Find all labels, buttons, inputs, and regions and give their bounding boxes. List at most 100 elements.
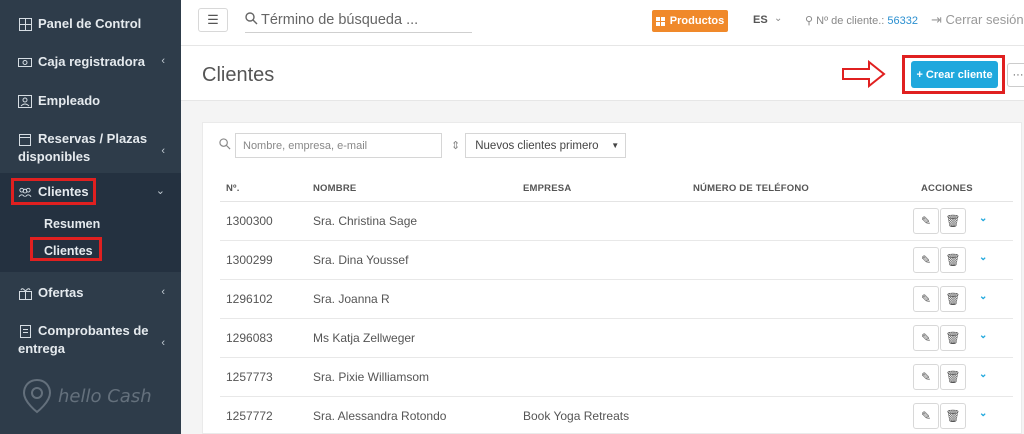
topbar: ☰ Productos ES ⌄ ⚲ Nº de cliente.: 56332… bbox=[181, 0, 1024, 46]
global-search-input[interactable] bbox=[261, 11, 461, 28]
menu-toggle-button[interactable]: ☰ bbox=[198, 8, 228, 32]
language-selector[interactable]: ES bbox=[753, 14, 768, 26]
sidebar-item-cash-register[interactable]: Caja registradora ‹ bbox=[0, 54, 181, 69]
expand-chevron-icon[interactable]: ⌄ bbox=[979, 330, 987, 341]
logout-button[interactable]: ⇥ Cerrar sesión bbox=[931, 12, 1024, 28]
dashboard-icon bbox=[18, 17, 32, 31]
expand-chevron-icon[interactable]: ⌄ bbox=[979, 252, 987, 263]
grid-icon bbox=[655, 16, 665, 26]
trash-icon: 🗑 bbox=[945, 370, 961, 384]
column-header-actions: ACCIONES bbox=[921, 183, 973, 194]
cell-name: Sra. Pixie Williamsom bbox=[313, 370, 430, 384]
trash-icon: 🗑 bbox=[945, 331, 961, 345]
clients-card: ⇕ Nuevos clientes primero ▼ Nº. NOMBRE E… bbox=[202, 122, 1022, 434]
cell-number: 1300299 bbox=[226, 253, 273, 267]
more-options-button[interactable]: ··· bbox=[1007, 63, 1024, 87]
client-number: ⚲ Nº de cliente.: 56332 bbox=[805, 14, 918, 27]
sort-select[interactable]: Nuevos clientes primero ▼ bbox=[465, 133, 627, 158]
edit-button[interactable]: ✎ bbox=[913, 286, 939, 312]
expand-chevron-icon[interactable]: ⌄ bbox=[979, 369, 987, 380]
offers-icon bbox=[18, 286, 32, 300]
pencil-icon: ✎ bbox=[920, 370, 932, 384]
cash-register-icon bbox=[18, 55, 32, 69]
pencil-icon: ✎ bbox=[920, 331, 932, 345]
logout-label: Cerrar sesión bbox=[945, 12, 1024, 27]
user-icon: ⚲ bbox=[805, 15, 814, 27]
column-header-phone[interactable]: NÚMERO DE TELÉFONO bbox=[693, 183, 809, 194]
table-row[interactable]: 1300299 Sra. Dina Youssef ✎ 🗑 ⌄ bbox=[220, 241, 1013, 280]
cell-name: Sra. Joanna R bbox=[313, 292, 390, 306]
sidebar-item-delivery-notes[interactable]: Comprobantes de entrega ‹ bbox=[0, 323, 181, 356]
sidebar-item-employee[interactable]: Empleado bbox=[0, 93, 181, 108]
table-row[interactable]: 1296102 Sra. Joanna R ✎ 🗑 ⌄ bbox=[220, 280, 1013, 319]
edit-button[interactable]: ✎ bbox=[913, 364, 939, 390]
table-row[interactable]: 1257772 Sra. Alessandra Rotondo Book Yog… bbox=[220, 397, 1013, 434]
hellocash-logo: hello Cash bbox=[22, 378, 152, 414]
delete-button[interactable]: 🗑 bbox=[940, 208, 966, 234]
table-row[interactable]: 1296083 Ms Katja Zellweger ✎ 🗑 ⌄ bbox=[220, 319, 1013, 358]
cell-number: 1257772 bbox=[226, 409, 273, 423]
cell-name: Sra. Alessandra Rotondo bbox=[313, 409, 447, 423]
logo-text: hello Cash bbox=[58, 385, 152, 407]
delete-button[interactable]: 🗑 bbox=[940, 364, 966, 390]
client-search bbox=[219, 133, 442, 158]
sidebar-item-label: Empleado bbox=[38, 93, 101, 108]
search-icon bbox=[245, 11, 258, 28]
sidebar-item-label: Panel de Control bbox=[38, 16, 142, 31]
trash-icon: 🗑 bbox=[945, 253, 961, 267]
sidebar-item-label: Reservas / Plazas bbox=[38, 131, 148, 146]
delivery-note-icon bbox=[18, 324, 32, 338]
edit-button[interactable]: ✎ bbox=[913, 208, 939, 234]
sidebar-item-label-line2: entrega bbox=[18, 341, 65, 356]
sort-control: ⇕ Nuevos clientes primero ▼ bbox=[451, 133, 627, 158]
pencil-icon: ✎ bbox=[920, 292, 932, 306]
pencil-icon: ✎ bbox=[920, 253, 932, 267]
client-search-input[interactable] bbox=[235, 133, 442, 158]
employee-icon bbox=[18, 94, 32, 108]
chevron-left-icon: ‹ bbox=[161, 337, 165, 349]
cell-name: Sra. Christina Sage bbox=[313, 214, 418, 228]
products-label: Productos bbox=[669, 15, 725, 27]
sidebar-subitem-summary[interactable]: Resumen bbox=[44, 217, 100, 231]
delete-button[interactable]: 🗑 bbox=[940, 247, 966, 273]
delete-button[interactable]: 🗑 bbox=[940, 325, 966, 351]
sort-select-value: Nuevos clientes primero bbox=[475, 139, 599, 152]
chevron-down-icon: ⌄ bbox=[155, 185, 165, 197]
products-button[interactable]: Productos bbox=[652, 10, 728, 32]
edit-button[interactable]: ✎ bbox=[913, 247, 939, 273]
page-title: Clientes bbox=[202, 64, 275, 86]
pencil-icon: ✎ bbox=[920, 409, 932, 423]
table-row[interactable]: 1300300 Sra. Christina Sage ✎ 🗑 ⌄ bbox=[220, 202, 1013, 241]
chevron-left-icon: ‹ bbox=[161, 286, 165, 298]
delete-button[interactable]: 🗑 bbox=[940, 403, 966, 429]
expand-chevron-icon[interactable]: ⌄ bbox=[979, 291, 987, 302]
trash-icon: 🗑 bbox=[945, 214, 961, 228]
cell-number: 1296083 bbox=[226, 331, 273, 345]
delete-button[interactable]: 🗑 bbox=[940, 286, 966, 312]
cell-company: Book Yoga Retreats bbox=[523, 409, 630, 423]
table-row[interactable]: 1257773 Sra. Pixie Williamsom ✎ 🗑 ⌄ bbox=[220, 358, 1013, 397]
column-header-company[interactable]: EMPRESA bbox=[523, 183, 571, 194]
expand-chevron-icon[interactable]: ⌄ bbox=[979, 213, 987, 224]
logout-icon: ⇥ bbox=[931, 12, 942, 27]
edit-button[interactable]: ✎ bbox=[913, 325, 939, 351]
sidebar-item-offers[interactable]: Ofertas ‹ bbox=[0, 285, 181, 300]
caret-down-icon: ▼ bbox=[611, 141, 620, 150]
column-header-number[interactable]: Nº. bbox=[226, 183, 240, 194]
expand-chevron-icon[interactable]: ⌄ bbox=[979, 408, 987, 419]
client-number-value[interactable]: 56332 bbox=[887, 15, 918, 27]
chevron-down-icon: ⌄ bbox=[774, 13, 783, 24]
sidebar-item-dashboard[interactable]: Panel de Control bbox=[0, 16, 181, 31]
column-header-name[interactable]: NOMBRE bbox=[313, 183, 356, 194]
sidebar-item-label-line2: disponibles bbox=[18, 149, 91, 164]
edit-button[interactable]: ✎ bbox=[913, 403, 939, 429]
sidebar-item-reservations[interactable]: Reservas / Plazas disponibles ‹ bbox=[0, 131, 181, 164]
highlight-box-clients bbox=[11, 178, 96, 205]
create-client-button[interactable]: + Crear cliente bbox=[911, 61, 998, 88]
cell-number: 1300300 bbox=[226, 214, 273, 228]
cell-name: Sra. Dina Youssef bbox=[313, 253, 409, 267]
chevron-left-icon: ‹ bbox=[161, 55, 165, 67]
sort-icon: ⇕ bbox=[451, 140, 461, 152]
hamburger-icon: ☰ bbox=[207, 12, 219, 27]
global-search bbox=[245, 7, 472, 33]
